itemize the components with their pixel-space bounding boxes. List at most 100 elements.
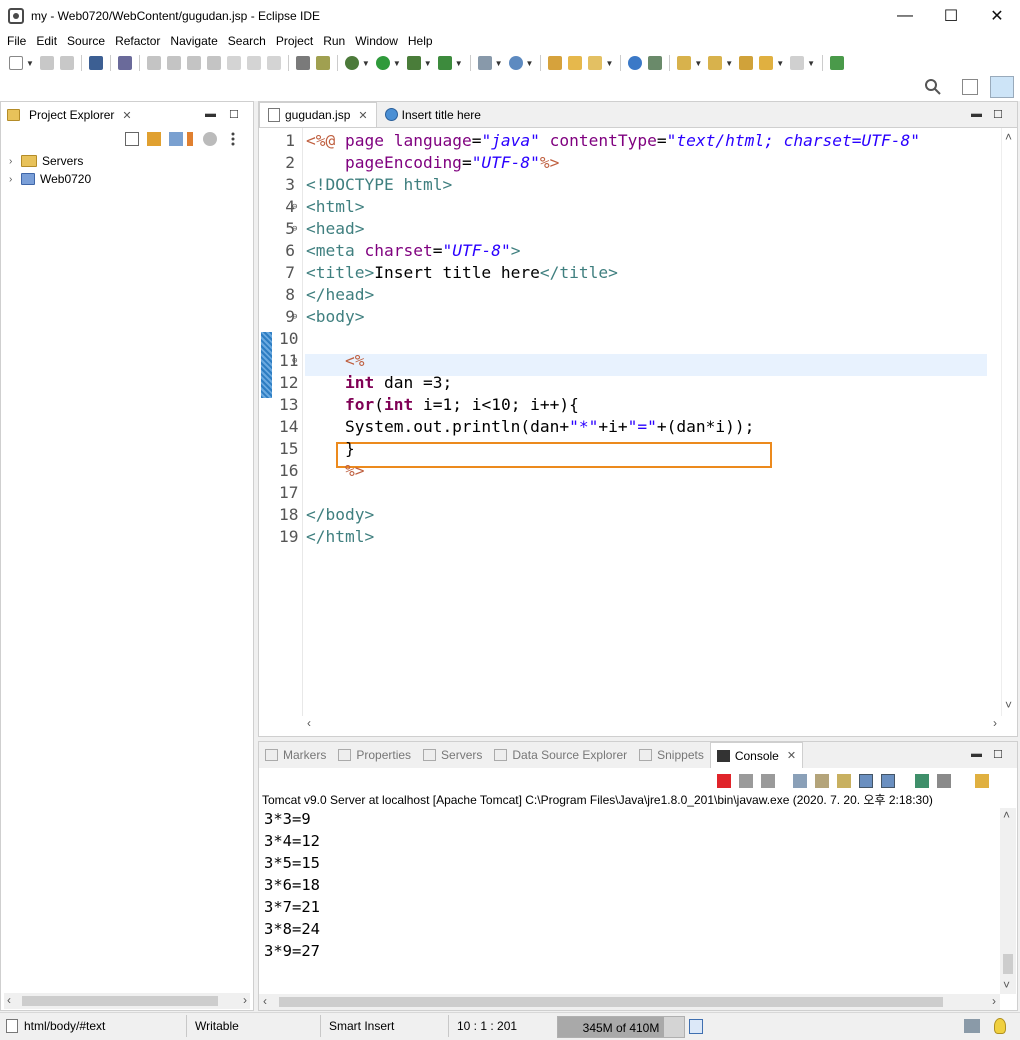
collapse-all-icon[interactable] [125, 132, 139, 146]
scroll-up-icon[interactable]: ˄ [1005, 130, 1012, 144]
link-editor-icon[interactable] [147, 132, 161, 146]
scroll-right-icon[interactable]: › [993, 716, 997, 730]
code-line[interactable]: 9 ⊖ <body> [259, 306, 1001, 328]
scroll-left-icon[interactable]: ‹ [263, 994, 267, 1008]
maximize-view-icon[interactable]: ☐ [993, 108, 1003, 121]
scroll-down-icon[interactable]: ˅ [1005, 698, 1012, 712]
globe-icon[interactable] [628, 56, 643, 70]
fold-toggle-icon[interactable]: ⊖ [292, 350, 297, 372]
close-icon[interactable]: ✕ [787, 749, 796, 762]
tab-gugudan-jsp[interactable]: gugudan.jsp ✕ [259, 102, 377, 127]
chevron-down-icon[interactable]: ▼ [26, 59, 34, 68]
console-output[interactable]: 3*3=9 3*4=12 3*5=15 3*6=18 3*7=21 3*8=24 3*9=2… [259, 808, 999, 962]
code-editor[interactable]: 1 <%@ page language="java" contentType="t… [259, 128, 1001, 716]
close-icon[interactable]: ✕ [358, 109, 367, 122]
scroll-lock-icon[interactable] [815, 774, 829, 788]
code-line[interactable]: 12 int dan =3; [259, 372, 1001, 394]
display-console-icon[interactable] [937, 774, 951, 788]
scroll-up-icon[interactable]: ˄ [1003, 808, 1010, 822]
code-line[interactable]: 4 ⊖ <html> [259, 196, 1001, 218]
new-filter-icon[interactable] [187, 132, 193, 146]
new-icon[interactable] [9, 56, 23, 70]
forward-icon[interactable] [790, 56, 805, 70]
minimize-view-icon[interactable]: ▬ [205, 108, 216, 120]
minimize-view-icon[interactable]: ▬ [971, 748, 982, 760]
tab-markers[interactable]: Markers [259, 742, 332, 768]
terminal-icon[interactable] [88, 56, 103, 70]
search-file-icon[interactable] [648, 56, 663, 70]
code-line[interactable]: 17 [259, 482, 1001, 504]
code-line[interactable]: 1 <%@ page language="java" contentType="t… [259, 130, 1001, 152]
trash-icon[interactable] [689, 1019, 703, 1034]
next-annotation-icon[interactable] [677, 56, 692, 70]
close-button[interactable]: ✕ [974, 0, 1020, 31]
code-line[interactable]: 5 ⊖ <head> [259, 218, 1001, 240]
code-line[interactable]: 16 %> [259, 460, 1001, 482]
chevron-down-icon[interactable]: ▼ [495, 59, 503, 68]
menu-navigate[interactable]: Navigate [165, 34, 222, 48]
menu-window[interactable]: Window [350, 34, 403, 48]
chevron-down-icon[interactable]: ▼ [526, 59, 534, 68]
pin-console-icon[interactable] [915, 774, 929, 788]
previous-annotation-icon[interactable] [708, 56, 723, 70]
minimize-button[interactable]: — [882, 0, 928, 31]
tab-console[interactable]: Console ✕ [709, 742, 804, 768]
show-on-output-icon[interactable] [859, 774, 873, 788]
menu-search[interactable]: Search [223, 34, 271, 48]
java-ee-perspective-icon[interactable] [990, 76, 1014, 98]
resume-icon[interactable] [146, 56, 161, 70]
menu-file[interactable]: File [2, 34, 31, 48]
scroll-left-icon[interactable]: ‹ [7, 993, 11, 1007]
debug-icon[interactable] [344, 56, 359, 70]
maximize-button[interactable]: ☐ [928, 0, 974, 31]
open-type-icon[interactable] [548, 56, 563, 70]
remove-launch-icon[interactable] [739, 774, 753, 788]
code-line[interactable]: 18 </body> [259, 504, 1001, 526]
menu-source[interactable]: Source [62, 34, 110, 48]
save-all-icon[interactable] [59, 56, 74, 70]
word-wrap-icon[interactable] [837, 774, 851, 788]
save-icon[interactable] [39, 56, 54, 70]
menu-project[interactable]: Project [271, 34, 318, 48]
open-folder-icon[interactable] [568, 56, 583, 70]
minimize-view-icon[interactable]: ▬ [971, 108, 982, 120]
chevron-down-icon[interactable]: ▼ [807, 59, 815, 68]
chevron-right-icon[interactable]: › [9, 156, 21, 167]
chevron-down-icon[interactable]: ▼ [694, 59, 702, 68]
fold-toggle-icon[interactable]: ⊖ [292, 306, 297, 328]
step-over-icon[interactable] [246, 56, 261, 70]
menu-run[interactable]: Run [318, 34, 350, 48]
fold-toggle-icon[interactable]: ⊖ [292, 196, 297, 218]
pencil-icon[interactable] [588, 56, 603, 70]
chevron-down-icon[interactable]: ▼ [725, 59, 733, 68]
open-console-icon[interactable] [975, 774, 989, 788]
chevron-down-icon[interactable]: ▼ [424, 59, 432, 68]
chevron-down-icon[interactable]: ▼ [605, 59, 613, 68]
servers-icon[interactable] [203, 132, 217, 146]
tip-bulb-icon[interactable] [994, 1018, 1006, 1034]
horizontal-scrollbar[interactable]: ‹ › [259, 994, 1000, 1010]
close-icon[interactable]: ✕ [122, 109, 131, 122]
tab-data-source-explorer[interactable]: Data Source Explorer [488, 742, 633, 768]
toggle-comment-icon[interactable] [315, 56, 330, 70]
tab-snippets[interactable]: Snippets [633, 742, 710, 768]
maximize-view-icon[interactable]: ☐ [993, 748, 1003, 761]
open-perspective-icon[interactable] [962, 79, 978, 95]
code-line[interactable]: 15 } [259, 438, 1001, 460]
scroll-left-icon[interactable]: ‹ [307, 716, 311, 730]
suspend-icon[interactable] [166, 56, 181, 70]
scroll-down-icon[interactable]: ˅ [1003, 978, 1010, 992]
terminate-icon[interactable] [717, 774, 731, 788]
code-line[interactable]: 13 for(int i=1; i<10; i++){ [259, 394, 1001, 416]
remove-all-launches-icon[interactable] [761, 774, 775, 788]
skip-breakpoints-icon[interactable] [117, 56, 132, 70]
chevron-right-icon[interactable]: › [9, 174, 21, 185]
terminate-icon[interactable] [186, 56, 201, 70]
scrollbar-thumb[interactable] [22, 996, 218, 1006]
code-line[interactable]: 14 System.out.println(dan+"*"+i+"="+(dan… [259, 416, 1001, 438]
code-line[interactable]: 7 <title>Insert title here</title> [259, 262, 1001, 284]
tab-servers[interactable]: Servers [417, 742, 488, 768]
code-line[interactable]: 19 </html> [259, 526, 1001, 548]
horizontal-scrollbar[interactable]: ‹ › [303, 716, 1001, 732]
disconnect-icon[interactable] [206, 56, 221, 70]
